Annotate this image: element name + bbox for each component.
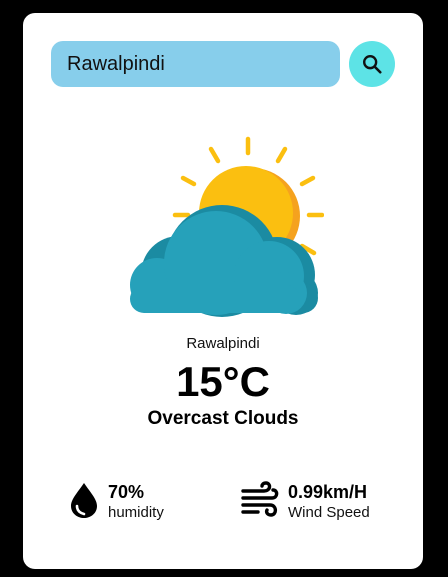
wind-icon <box>241 481 279 517</box>
wind-stat: 0.99km/H Wind Speed <box>240 481 410 525</box>
city-name: Rawalpindi <box>186 335 260 352</box>
wind-label: Wind Speed <box>288 504 370 521</box>
humidity-label: humidity <box>108 504 164 521</box>
humidity-stat: 70% humidity <box>69 481 209 525</box>
wind-value: 0.99km/H <box>288 482 368 502</box>
humidity-drop-icon <box>71 483 97 518</box>
humidity-value: 70% <box>108 482 145 502</box>
search-bar <box>51 41 395 87</box>
weather-condition: Overcast Clouds <box>147 408 299 429</box>
partly-cloudy-icon <box>130 136 324 317</box>
search-button[interactable] <box>349 41 395 87</box>
temperature: 15°C <box>176 358 270 405</box>
search-input[interactable] <box>51 41 340 87</box>
weather-card: Rawalpindi 15°C Overcast Clouds 70% humi… <box>23 13 423 569</box>
search-icon <box>363 55 382 74</box>
